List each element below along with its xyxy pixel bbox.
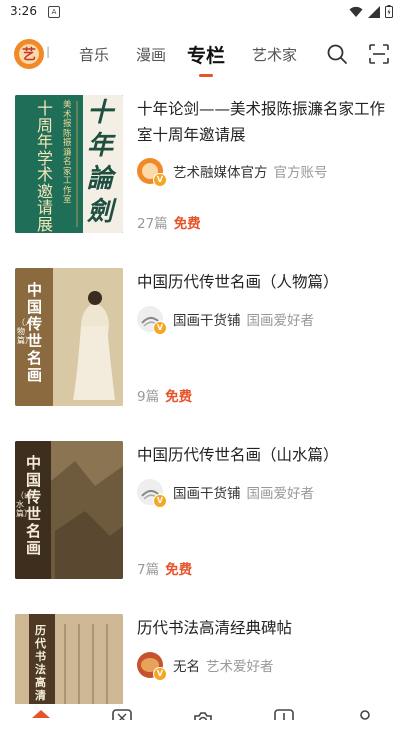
battery-icon	[385, 5, 393, 18]
author-name[interactable]: 国画干货铺	[173, 482, 241, 502]
column-card[interactable]: 中国传世名画 （山水篇） 中国历代传世名画（山水篇） V 国画干货铺 国画爱好者…	[0, 430, 405, 579]
scan-icon[interactable]	[368, 43, 390, 65]
cover-subtitle-vertical: （人物篇）	[17, 318, 33, 345]
column-meta: 7篇 免费	[137, 558, 192, 578]
column-title[interactable]: 中国历代传世名画（山水篇）	[137, 442, 392, 468]
author-name[interactable]: 艺术融媒体官方	[173, 161, 268, 181]
profile-icon[interactable]	[354, 708, 376, 720]
status-bar: 3:26 A	[0, 0, 405, 24]
column-card[interactable]: 中国传世名画 （人物篇） 中国历代传世名画（人物篇） V 国画干货铺 国画爱好者…	[0, 257, 405, 406]
camera-icon[interactable]	[192, 708, 214, 720]
cover-art-decoration	[15, 614, 123, 715]
cover-calligraphy: 十年論劍	[87, 98, 114, 227]
verified-badge-icon: V	[153, 173, 167, 187]
logo-char: 艺	[22, 47, 36, 63]
tab-partial[interactable]: l	[46, 44, 52, 62]
status-time: 3:26	[10, 4, 37, 18]
cover-title-vertical: 中国传世名画	[27, 281, 43, 384]
column-cover[interactable]: 中国传世名画 （人物篇）	[15, 268, 123, 406]
price-badge: 免费	[173, 216, 201, 232]
top-navigation: 艺 l 音乐 漫画 专栏 艺术家	[0, 32, 405, 77]
cover-subtitle-vertical: （山水篇）	[16, 491, 32, 518]
article-count: 7篇	[137, 562, 160, 578]
column-cover[interactable]: 美术报陈振濂名家工作室 十周年学术邀请展 十年論劍	[15, 95, 123, 233]
signal-icon	[368, 5, 380, 18]
tab-music[interactable]: 音乐	[79, 44, 109, 65]
message-icon[interactable]	[273, 708, 295, 720]
cover-line-1: 美术报陈振濂名家工作室	[63, 100, 72, 205]
column-author[interactable]: V 艺术融媒体官方 官方账号	[137, 158, 328, 187]
author-tag: 国画爱好者	[246, 486, 315, 502]
column-cover[interactable]: 历代书法高清	[15, 614, 123, 715]
discover-icon[interactable]	[111, 708, 133, 720]
author-name[interactable]: 国画干货铺	[173, 309, 241, 329]
tab-artists[interactable]: 艺术家	[252, 44, 297, 65]
avatar[interactable]: V	[137, 652, 167, 681]
wifi-icon	[349, 6, 363, 17]
app-logo[interactable]: 艺	[14, 39, 44, 69]
column-title[interactable]: 中国历代传世名画（人物篇）	[137, 269, 392, 295]
cover-line-2: 十周年学术邀请展	[37, 99, 54, 233]
author-tag: 艺术爱好者	[206, 659, 274, 675]
home-icon[interactable]	[30, 708, 52, 720]
article-count: 9篇	[137, 389, 160, 405]
verified-badge-icon: V	[153, 321, 167, 335]
notification-a-icon: A	[48, 6, 60, 18]
cover-title-vertical: 中国传世名画	[26, 454, 42, 557]
tab-comics[interactable]: 漫画	[136, 44, 166, 65]
verified-badge-icon: V	[153, 494, 167, 508]
column-author[interactable]: V 国画干货铺 国画爱好者	[137, 479, 315, 508]
verified-badge-icon: V	[153, 667, 167, 681]
column-meta: 9篇 免费	[137, 385, 192, 405]
column-title[interactable]: 历代书法高清经典碑帖	[137, 615, 392, 641]
column-title[interactable]: 十年论剑——美术报陈振濂名家工作室十周年邀请展	[137, 96, 392, 148]
search-icon[interactable]	[326, 43, 348, 65]
column-card[interactable]: 美术报陈振濂名家工作室 十周年学术邀请展 十年論劍 十年论剑——美术报陈振濂名家…	[0, 84, 405, 233]
bottom-navigation	[0, 704, 405, 720]
column-cover[interactable]: 中国传世名画 （山水篇）	[15, 441, 123, 579]
cover-title-vertical: 历代书法高清	[35, 624, 46, 702]
avatar[interactable]: V	[137, 479, 167, 508]
article-count: 27篇	[137, 216, 168, 232]
column-author[interactable]: V 无名 艺术爱好者	[137, 652, 274, 681]
tab-columns[interactable]: 专栏	[187, 41, 225, 68]
status-icons	[349, 5, 393, 18]
author-tag: 官方账号	[273, 165, 328, 181]
column-card[interactable]: 历代书法高清 历代书法高清经典碑帖 V 无名 艺术爱好者	[0, 603, 405, 748]
author-tag: 国画爱好者	[246, 313, 315, 329]
avatar[interactable]: V	[137, 306, 167, 335]
column-author[interactable]: V 国画干货铺 国画爱好者	[137, 306, 315, 335]
price-badge: 免费	[165, 562, 193, 578]
active-tab-indicator	[199, 74, 213, 77]
price-badge: 免费	[165, 389, 193, 405]
avatar[interactable]: V	[137, 158, 167, 187]
column-meta: 27篇 免费	[137, 212, 201, 232]
author-name[interactable]: 无名	[173, 655, 200, 675]
